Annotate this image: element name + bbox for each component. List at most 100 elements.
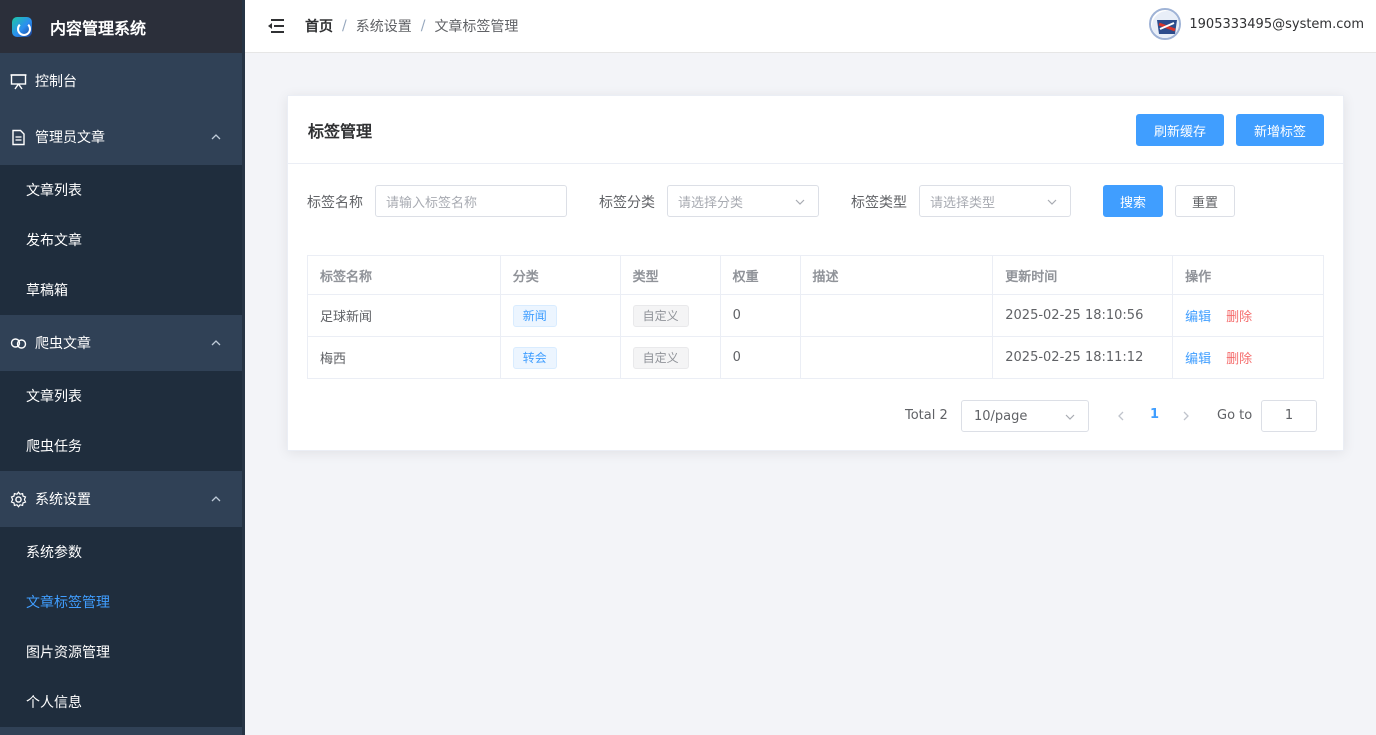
column-header: 类型 [620, 255, 721, 295]
cell-weight: 0 [720, 294, 801, 337]
sidebar-item-label: 图片资源管理 [26, 645, 110, 661]
column-header: 更新时间 [992, 255, 1174, 295]
column-header: 分类 [500, 255, 621, 295]
tag-type-placeholder: 请选择类型 [930, 195, 996, 211]
card-header: 标签管理 刷新缓存 新增标签 [288, 96, 1343, 164]
search-button[interactable]: 搜索 [1103, 185, 1163, 217]
document-icon [10, 129, 27, 146]
table-row: 足球新闻 新闻 自定义 0 2025-02-25 18:10:56 编辑 删除 [307, 294, 1324, 337]
tag-name-placeholder: 请输入标签名称 [386, 195, 478, 211]
page-size-select[interactable]: 10/page [961, 400, 1089, 432]
presentation-icon [10, 73, 27, 90]
tag-category-select[interactable]: 请选择分类 [667, 185, 819, 217]
chevron-down-icon [1064, 411, 1076, 423]
sidebar-item-label: 草稿箱 [26, 283, 68, 299]
goto-page-input[interactable]: 1 [1261, 400, 1317, 432]
sidebar: 内容管理系统 控制台 管理员文章 文章列表 发布文章 草稿箱 爬虫文章 文章列表… [0, 0, 245, 735]
sidebar-item-system-params[interactable]: 系统参数 [0, 527, 242, 577]
table-header-row: 标签名称 分类 类型 权重 描述 更新时间 操作 [307, 255, 1324, 295]
tag-type-label: 标签类型 [851, 195, 907, 211]
breadcrumb-home[interactable]: 首页 [305, 16, 333, 36]
cell-updated-time: 2025-02-25 18:10:56 [992, 294, 1174, 337]
sidebar-item-crawler-tasks[interactable]: 爬虫任务 [0, 421, 242, 471]
category-tag: 转会 [512, 346, 557, 369]
page-number-current[interactable]: 1 [1150, 407, 1159, 422]
cell-category: 新闻 [500, 294, 621, 337]
sidebar-group-label: 管理员文章 [35, 130, 105, 146]
cell-actions: 编辑 删除 [1172, 336, 1324, 379]
logo-icon [12, 16, 32, 37]
top-header: 首页 / 系统设置 / 文章标签管理 1905333495@system.com [245, 0, 1376, 53]
cell-tag-name: 梅西 [307, 336, 501, 379]
page-size-value: 10/page [974, 408, 1028, 424]
column-header: 权重 [720, 255, 801, 295]
sidebar-item-label: 发布文章 [26, 233, 82, 249]
cell-type: 自定义 [620, 294, 721, 337]
gear-icon [10, 490, 27, 508]
chevron-up-icon [210, 493, 222, 505]
category-tag: 新闻 [512, 304, 557, 327]
type-tag: 自定义 [632, 304, 689, 327]
breadcrumb-separator: / [342, 18, 347, 34]
sidebar-item-tag-management[interactable]: 文章标签管理 [0, 577, 242, 627]
cell-actions: 编辑 删除 [1172, 294, 1324, 337]
link-icon [10, 335, 27, 352]
cell-tag-name: 足球新闻 [307, 294, 501, 337]
sidebar-item-crawler-article-list[interactable]: 文章列表 [0, 371, 242, 421]
refresh-cache-button[interactable]: 刷新缓存 [1136, 114, 1224, 146]
tag-type-select[interactable]: 请选择类型 [919, 185, 1071, 217]
edit-button[interactable]: 编辑 [1185, 310, 1211, 325]
cell-updated-time: 2025-02-25 18:11:12 [992, 336, 1174, 379]
sidebar-item-drafts[interactable]: 草稿箱 [0, 265, 242, 315]
breadcrumb-current: 文章标签管理 [434, 19, 519, 35]
breadcrumb-item: 系统设置 [355, 19, 412, 35]
app-logo[interactable]: 内容管理系统 [0, 0, 242, 53]
type-tag: 自定义 [632, 346, 689, 369]
sidebar-item-label: 文章标签管理 [26, 595, 110, 611]
tag-name-input[interactable]: 请输入标签名称 [375, 185, 567, 217]
menu-fold-icon[interactable] [267, 18, 285, 34]
edit-button[interactable]: 编辑 [1185, 352, 1211, 367]
sidebar-item-publish-article[interactable]: 发布文章 [0, 215, 242, 265]
sidebar-item-label: 文章列表 [26, 389, 82, 405]
column-header: 标签名称 [307, 255, 501, 295]
sidebar-group-crawler-articles[interactable]: 爬虫文章 [0, 315, 242, 371]
user-email: 1905333495@system.com [1189, 16, 1364, 32]
sidebar-item-label: 控制台 [35, 74, 77, 90]
tag-table: 标签名称 分类 类型 权重 描述 更新时间 操作 足球新闻 新闻 自定义 0 2… [307, 255, 1324, 379]
sidebar-item-image-resources[interactable]: 图片资源管理 [0, 627, 242, 677]
user-menu[interactable]: 1905333495@system.com [1149, 8, 1364, 40]
cell-category: 转会 [500, 336, 621, 379]
next-page-icon[interactable] [1180, 409, 1192, 423]
prev-page-icon[interactable] [1115, 409, 1127, 423]
chevron-up-icon [210, 337, 222, 349]
chevron-up-icon [210, 131, 222, 143]
table-row: 梅西 转会 自定义 0 2025-02-25 18:11:12 编辑 删除 [307, 336, 1324, 379]
cell-weight: 0 [720, 336, 801, 379]
sidebar-group-label: 爬虫文章 [35, 336, 91, 352]
pagination-total: Total 2 [905, 408, 948, 423]
filter-form: 标签名称 请输入标签名称 标签分类 请选择分类 标签类型 请选择类型 搜索 重置 [307, 185, 1327, 217]
sidebar-group-admin-articles[interactable]: 管理员文章 [0, 109, 242, 165]
sidebar-item-article-list[interactable]: 文章列表 [0, 165, 242, 215]
sidebar-item-label: 爬虫任务 [26, 439, 82, 455]
sidebar-group-system-settings[interactable]: 系统设置 [0, 471, 242, 527]
tag-management-card: 标签管理 刷新缓存 新增标签 标签名称 请输入标签名称 标签分类 请选择分类 标… [287, 95, 1344, 451]
delete-button[interactable]: 删除 [1226, 352, 1252, 367]
sidebar-item-label: 个人信息 [26, 695, 82, 711]
sidebar-item-dashboard[interactable]: 控制台 [0, 53, 242, 109]
delete-button[interactable]: 删除 [1226, 310, 1252, 325]
breadcrumb-separator: / [420, 18, 426, 34]
chevron-down-icon [1046, 196, 1058, 208]
sidebar-item-profile[interactable]: 个人信息 [0, 677, 242, 727]
card-title: 标签管理 [308, 121, 373, 141]
app-title: 内容管理系统 [50, 18, 147, 38]
tag-category-placeholder: 请选择分类 [678, 195, 744, 211]
column-header: 描述 [800, 255, 994, 295]
reset-button[interactable]: 重置 [1175, 185, 1235, 217]
cell-type: 自定义 [620, 336, 721, 379]
cell-description [800, 294, 994, 337]
avatar[interactable] [1149, 8, 1182, 40]
add-tag-button[interactable]: 新增标签 [1236, 114, 1324, 146]
tag-category-label: 标签分类 [599, 195, 655, 211]
